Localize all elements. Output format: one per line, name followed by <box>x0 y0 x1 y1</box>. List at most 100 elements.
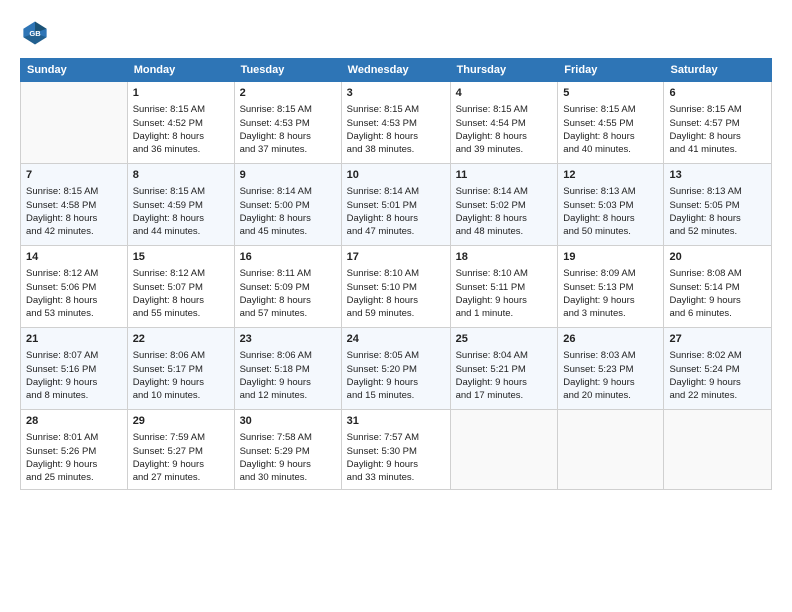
day-number: 28 <box>26 414 122 429</box>
table-cell <box>450 410 558 490</box>
day-info-line: and 6 minutes. <box>669 307 766 320</box>
day-number: 3 <box>347 86 445 101</box>
day-info-line: Sunrise: 8:15 AM <box>133 185 229 198</box>
day-info-line: Daylight: 8 hours <box>456 212 553 225</box>
day-info-line: and 57 minutes. <box>240 307 336 320</box>
day-info-line: and 59 minutes. <box>347 307 445 320</box>
day-info-line: Sunrise: 7:57 AM <box>347 431 445 444</box>
day-info-line: and 52 minutes. <box>669 225 766 238</box>
day-info-line: Daylight: 8 hours <box>26 212 122 225</box>
day-number: 17 <box>347 250 445 265</box>
day-info-line: Sunset: 5:23 PM <box>563 363 658 376</box>
day-info-line: Daylight: 9 hours <box>347 458 445 471</box>
table-cell: 1Sunrise: 8:15 AMSunset: 4:52 PMDaylight… <box>127 82 234 164</box>
day-number: 10 <box>347 168 445 183</box>
table-cell <box>21 82 128 164</box>
day-info-line: and 47 minutes. <box>347 225 445 238</box>
day-info-line: Sunrise: 8:10 AM <box>456 267 553 280</box>
day-info-line: Sunrise: 8:15 AM <box>669 103 766 116</box>
table-cell: 29Sunrise: 7:59 AMSunset: 5:27 PMDayligh… <box>127 410 234 490</box>
table-cell: 6Sunrise: 8:15 AMSunset: 4:57 PMDaylight… <box>664 82 772 164</box>
col-header-thursday: Thursday <box>450 59 558 82</box>
day-number: 15 <box>133 250 229 265</box>
day-info-line: Sunset: 5:21 PM <box>456 363 553 376</box>
day-info-line: Daylight: 9 hours <box>26 376 122 389</box>
day-info-line: Sunset: 4:54 PM <box>456 117 553 130</box>
day-info-line: and 37 minutes. <box>240 143 336 156</box>
table-cell: 9Sunrise: 8:14 AMSunset: 5:00 PMDaylight… <box>234 164 341 246</box>
day-info-line: and 42 minutes. <box>26 225 122 238</box>
day-number: 27 <box>669 332 766 347</box>
day-info-line: Daylight: 9 hours <box>563 376 658 389</box>
day-info-line: and 36 minutes. <box>133 143 229 156</box>
col-header-wednesday: Wednesday <box>341 59 450 82</box>
day-info-line: and 10 minutes. <box>133 389 229 402</box>
day-info-line: Sunset: 5:09 PM <box>240 281 336 294</box>
day-info-line: Sunrise: 8:14 AM <box>240 185 336 198</box>
day-number: 31 <box>347 414 445 429</box>
day-info-line: Sunrise: 8:14 AM <box>347 185 445 198</box>
day-info-line: Sunrise: 8:14 AM <box>456 185 553 198</box>
day-info-line: Sunset: 5:02 PM <box>456 199 553 212</box>
week-row-2: 14Sunrise: 8:12 AMSunset: 5:06 PMDayligh… <box>21 246 772 328</box>
day-info-line: Sunset: 5:30 PM <box>347 445 445 458</box>
day-number: 7 <box>26 168 122 183</box>
day-number: 5 <box>563 86 658 101</box>
day-info-line: Sunrise: 8:11 AM <box>240 267 336 280</box>
day-info-line: Sunset: 5:03 PM <box>563 199 658 212</box>
day-info-line: Daylight: 9 hours <box>26 458 122 471</box>
table-cell: 17Sunrise: 8:10 AMSunset: 5:10 PMDayligh… <box>341 246 450 328</box>
day-info-line: Sunrise: 8:02 AM <box>669 349 766 362</box>
day-info-line: and 40 minutes. <box>563 143 658 156</box>
day-info-line: Sunset: 5:16 PM <box>26 363 122 376</box>
day-info-line: and 12 minutes. <box>240 389 336 402</box>
day-info-line: and 8 minutes. <box>26 389 122 402</box>
day-info-line: Daylight: 8 hours <box>563 212 658 225</box>
day-info-line: Sunset: 5:06 PM <box>26 281 122 294</box>
day-info-line: Sunset: 5:00 PM <box>240 199 336 212</box>
day-number: 13 <box>669 168 766 183</box>
day-number: 20 <box>669 250 766 265</box>
table-cell: 21Sunrise: 8:07 AMSunset: 5:16 PMDayligh… <box>21 328 128 410</box>
table-cell: 22Sunrise: 8:06 AMSunset: 5:17 PMDayligh… <box>127 328 234 410</box>
day-info-line: Sunset: 5:17 PM <box>133 363 229 376</box>
day-info-line: Daylight: 9 hours <box>563 294 658 307</box>
day-info-line: and 44 minutes. <box>133 225 229 238</box>
day-info-line: and 25 minutes. <box>26 471 122 484</box>
day-info-line: Daylight: 8 hours <box>669 212 766 225</box>
day-info-line: Daylight: 8 hours <box>669 130 766 143</box>
day-info-line: Sunset: 5:24 PM <box>669 363 766 376</box>
day-number: 4 <box>456 86 553 101</box>
table-cell: 4Sunrise: 8:15 AMSunset: 4:54 PMDaylight… <box>450 82 558 164</box>
day-info-line: Sunset: 5:11 PM <box>456 281 553 294</box>
day-info-line: and 30 minutes. <box>240 471 336 484</box>
day-info-line: Sunrise: 8:15 AM <box>26 185 122 198</box>
table-cell: 8Sunrise: 8:15 AMSunset: 4:59 PMDaylight… <box>127 164 234 246</box>
col-header-sunday: Sunday <box>21 59 128 82</box>
day-info-line: Sunrise: 8:12 AM <box>133 267 229 280</box>
table-cell: 15Sunrise: 8:12 AMSunset: 5:07 PMDayligh… <box>127 246 234 328</box>
day-number: 22 <box>133 332 229 347</box>
table-cell: 3Sunrise: 8:15 AMSunset: 4:53 PMDaylight… <box>341 82 450 164</box>
day-info-line: Sunrise: 8:15 AM <box>240 103 336 116</box>
table-cell: 13Sunrise: 8:13 AMSunset: 5:05 PMDayligh… <box>664 164 772 246</box>
day-info-line: and 41 minutes. <box>669 143 766 156</box>
day-info-line: Daylight: 9 hours <box>456 294 553 307</box>
page: GB SundayMondayTuesdayWednesdayThursdayF… <box>0 0 792 612</box>
day-info-line: Sunset: 4:57 PM <box>669 117 766 130</box>
day-info-line: Daylight: 8 hours <box>133 212 229 225</box>
col-header-tuesday: Tuesday <box>234 59 341 82</box>
day-info-line: and 22 minutes. <box>669 389 766 402</box>
day-info-line: Sunrise: 8:07 AM <box>26 349 122 362</box>
day-info-line: Sunrise: 8:09 AM <box>563 267 658 280</box>
day-number: 2 <box>240 86 336 101</box>
day-info-line: and 33 minutes. <box>347 471 445 484</box>
day-info-line: and 27 minutes. <box>133 471 229 484</box>
day-info-line: Daylight: 8 hours <box>563 130 658 143</box>
day-info-line: Sunset: 4:59 PM <box>133 199 229 212</box>
table-cell: 10Sunrise: 8:14 AMSunset: 5:01 PMDayligh… <box>341 164 450 246</box>
table-cell: 26Sunrise: 8:03 AMSunset: 5:23 PMDayligh… <box>558 328 664 410</box>
table-cell: 30Sunrise: 7:58 AMSunset: 5:29 PMDayligh… <box>234 410 341 490</box>
day-info-line: and 45 minutes. <box>240 225 336 238</box>
day-info-line: Daylight: 9 hours <box>240 376 336 389</box>
